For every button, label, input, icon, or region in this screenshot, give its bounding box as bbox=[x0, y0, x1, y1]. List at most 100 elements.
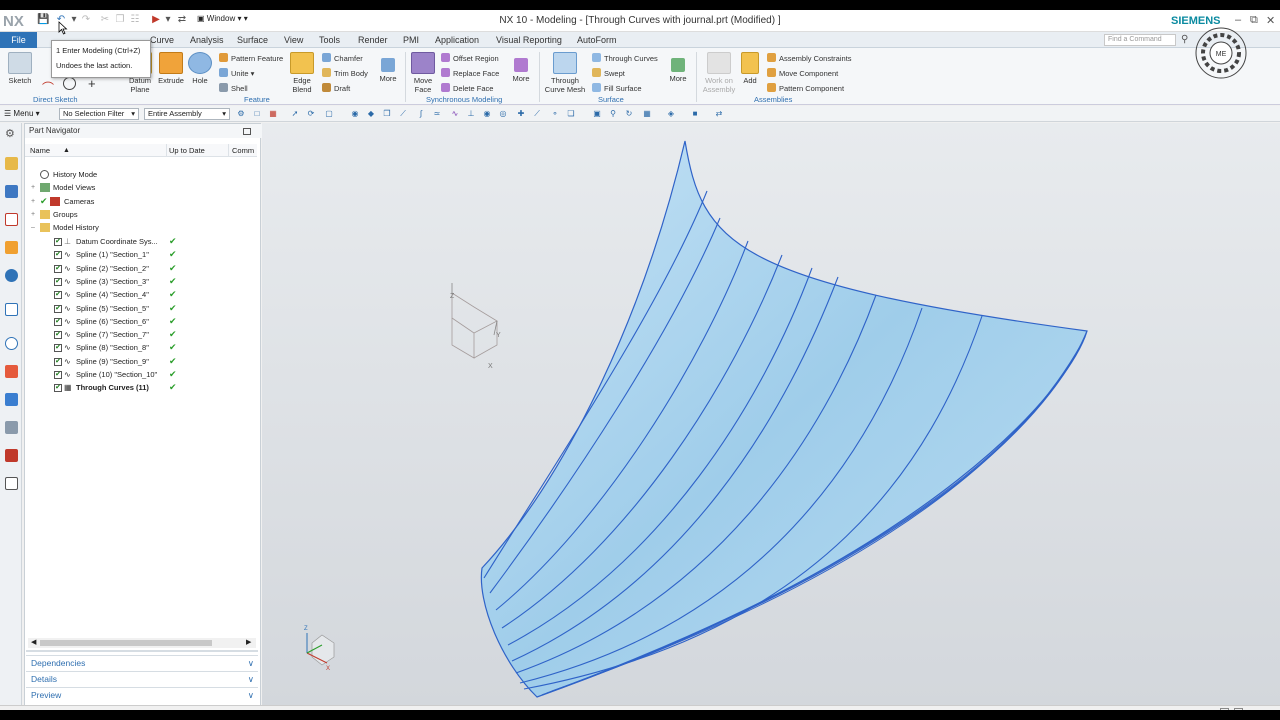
feature-row[interactable]: ✔ ∿ Spline (2) "Section_2" ✔ bbox=[25, 262, 257, 275]
crosshair-icon[interactable]: ✚ bbox=[516, 109, 526, 119]
feature-checkbox[interactable]: ✔ bbox=[54, 264, 62, 273]
trim-body-button[interactable]: Trim Body bbox=[322, 68, 368, 78]
panel-details[interactable]: Details ∨ bbox=[26, 671, 258, 685]
history-icon[interactable] bbox=[5, 337, 18, 350]
intersect-icon[interactable]: ⚬ bbox=[550, 109, 560, 119]
collapse-icon[interactable]: – bbox=[31, 221, 35, 234]
swept-button[interactable]: Swept bbox=[592, 68, 625, 78]
scroll-thumb[interactable] bbox=[40, 640, 212, 646]
more-feature-button[interactable]: More bbox=[374, 58, 402, 83]
through-curve-mesh-button[interactable]: Through Curve Mesh bbox=[543, 52, 587, 94]
filter-icon[interactable]: ▦ bbox=[268, 109, 278, 119]
delete-face-button[interactable]: Delete Face bbox=[441, 83, 493, 93]
panel-preview[interactable]: Preview ∨ bbox=[26, 687, 258, 701]
layer-icon[interactable]: ❏ bbox=[566, 109, 576, 119]
feature-checkbox[interactable]: ✔ bbox=[54, 371, 62, 379]
curve-analysis-icon[interactable]: ∿ bbox=[450, 109, 460, 119]
settings-icon[interactable]: ⚙ bbox=[5, 127, 15, 140]
snap-icon[interactable]: ⚙ bbox=[236, 109, 246, 119]
feature-checkbox[interactable]: ✔ bbox=[54, 304, 62, 313]
shell-button[interactable]: Shell bbox=[219, 83, 248, 93]
model-view[interactable]: Z Y X Z X bbox=[262, 123, 1280, 705]
tangent-icon[interactable]: ⊥ bbox=[466, 109, 476, 119]
feature-row[interactable]: ✔ ▦ Through Curves (11) ✔ bbox=[25, 381, 257, 394]
perpendicular-icon[interactable]: ⟋ bbox=[532, 109, 542, 119]
manufacturing-wizards-icon[interactable] bbox=[5, 393, 18, 406]
close-icon[interactable]: ✕ bbox=[1266, 14, 1275, 27]
shaded-icon[interactable]: ◉ bbox=[350, 109, 360, 119]
tab-file[interactable]: File bbox=[0, 32, 37, 48]
pattern-component-button[interactable]: Pattern Component bbox=[767, 83, 844, 93]
graphics-window[interactable]: Z Y X Z X bbox=[262, 123, 1280, 705]
feature-checkbox[interactable]: ✔ bbox=[54, 317, 62, 326]
hd3d-tools-icon[interactable] bbox=[5, 269, 18, 282]
through-curves-surface[interactable] bbox=[480, 140, 1088, 698]
process-studio-icon[interactable] bbox=[5, 365, 18, 378]
roles-icon[interactable] bbox=[5, 421, 18, 434]
through-curves-button[interactable]: Through Curves bbox=[592, 53, 658, 63]
feature-row[interactable]: ✔ ∿ Spline (4) "Section_4" ✔ bbox=[25, 288, 257, 301]
feature-row[interactable]: ✔ ∿ Spline (5) "Section_5" ✔ bbox=[25, 302, 257, 315]
feature-row[interactable]: ✔ ∿ Spline (6) "Section_6" ✔ bbox=[25, 315, 257, 328]
system-scenes-icon[interactable] bbox=[5, 449, 18, 462]
replace-face-button[interactable]: Replace Face bbox=[441, 68, 499, 78]
draft-button[interactable]: Draft bbox=[322, 83, 350, 93]
visibility-icon[interactable]: ⇄ bbox=[714, 109, 724, 119]
center-icon[interactable]: ◉ bbox=[482, 109, 492, 119]
tab-curve[interactable]: Curve bbox=[150, 35, 174, 45]
move-component-button[interactable]: Move Component bbox=[767, 68, 838, 78]
node-cameras[interactable]: + ✔ Cameras bbox=[25, 195, 257, 208]
sort-ascending-icon[interactable]: ▲ bbox=[63, 144, 70, 157]
expand-icon[interactable]: + bbox=[31, 195, 35, 208]
node-groups[interactable]: + Groups bbox=[25, 208, 257, 221]
scroll-right-icon[interactable]: ▶ bbox=[246, 638, 251, 646]
more-sync-button[interactable]: More bbox=[507, 58, 535, 83]
feature-checkbox[interactable]: ✔ bbox=[54, 357, 62, 366]
orient-icon[interactable]: ▦ bbox=[642, 109, 652, 119]
selection-filter-dropdown[interactable]: No Selection Filter ▾ bbox=[59, 108, 139, 120]
feature-row[interactable]: ✔ ∿ Spline (3) "Section_3" ✔ bbox=[25, 275, 257, 288]
work-on-assembly-button[interactable]: Work on Assembly bbox=[700, 52, 738, 94]
section-icon[interactable]: ■ bbox=[690, 109, 700, 119]
web-browser-icon[interactable] bbox=[5, 303, 18, 316]
zoom-icon[interactable]: ⚲ bbox=[608, 109, 618, 119]
assembly-constraints-button[interactable]: Assembly Constraints bbox=[767, 53, 852, 63]
tab-analysis[interactable]: Analysis bbox=[190, 35, 224, 45]
select-icon[interactable]: □ bbox=[252, 109, 262, 119]
hole-button[interactable]: Hole bbox=[186, 52, 214, 85]
tab-pmi[interactable]: PMI bbox=[403, 35, 419, 45]
chamfer-button[interactable]: Chamfer bbox=[322, 53, 363, 63]
feature-row[interactable]: ✔ ∿ Spline (7) "Section_7" ✔ bbox=[25, 328, 257, 341]
scroll-left-icon[interactable]: ◀ bbox=[31, 638, 36, 646]
menu-button[interactable]: ☰ Menu ▾ bbox=[4, 109, 40, 118]
feature-checkbox[interactable]: ✔ bbox=[54, 344, 62, 353]
unite-button[interactable]: Unite ▾ bbox=[219, 68, 254, 78]
feature-row[interactable]: ✔ ∿ Spline (10) "Section_10" ✔ bbox=[25, 368, 257, 381]
spline-icon[interactable]: ≃ bbox=[432, 109, 442, 119]
tab-surface[interactable]: Surface bbox=[237, 35, 268, 45]
feature-row[interactable]: ✔ ⊥ Datum Coordinate Sys... ✔ bbox=[25, 235, 257, 248]
maximize-panel-icon[interactable] bbox=[243, 128, 251, 135]
expand-icon[interactable]: + bbox=[31, 208, 35, 221]
tab-render[interactable]: Render bbox=[358, 35, 388, 45]
tab-application[interactable]: Application bbox=[435, 35, 479, 45]
more-surface-button[interactable]: More bbox=[664, 58, 692, 83]
sketch-button[interactable]: Sketch bbox=[4, 52, 36, 85]
move-face-button[interactable]: Move Face bbox=[409, 52, 437, 94]
offset-region-button[interactable]: Offset Region bbox=[441, 53, 499, 63]
quadrant-icon[interactable]: ◎ bbox=[498, 109, 508, 119]
reuse-library-icon[interactable] bbox=[5, 241, 18, 254]
feature-checkbox[interactable]: ✔ bbox=[54, 251, 62, 260]
column-up-to-date[interactable]: Up to Date bbox=[169, 144, 205, 157]
point-icon[interactable]: + bbox=[88, 76, 96, 91]
feature-row[interactable]: ✔ ∿ Spline (1) "Section_1" ✔ bbox=[25, 248, 257, 261]
panel-dependencies[interactable]: Dependencies ∨ bbox=[26, 655, 258, 669]
selection-scope-dropdown[interactable]: Entire Assembly ▾ bbox=[144, 108, 230, 120]
fill-surface-button[interactable]: Fill Surface bbox=[592, 83, 642, 93]
column-name[interactable]: Name bbox=[30, 144, 50, 157]
expand-icon[interactable]: + bbox=[31, 181, 35, 194]
tab-tools[interactable]: Tools bbox=[319, 35, 340, 45]
pattern-feature-button[interactable]: Pattern Feature bbox=[219, 53, 283, 63]
find-command-input[interactable]: Find a Command bbox=[1104, 34, 1176, 46]
assembly-navigator-icon[interactable] bbox=[5, 157, 18, 170]
